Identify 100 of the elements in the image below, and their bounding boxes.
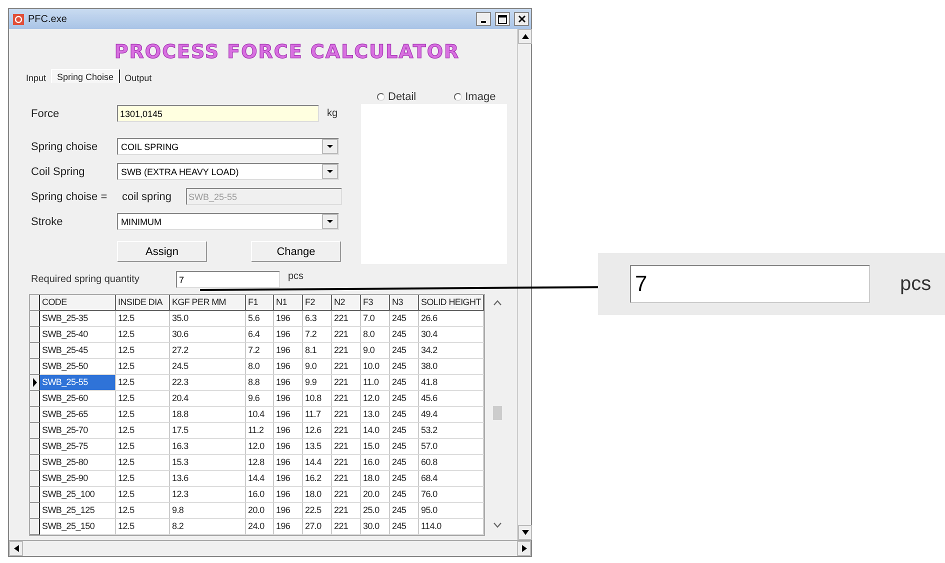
row-selector[interactable]: [30, 407, 40, 423]
table-cell: 12.5: [116, 471, 170, 487]
minimize-button[interactable]: [476, 12, 491, 26]
column-header: F3: [361, 295, 390, 311]
row-selector[interactable]: [30, 487, 40, 503]
table-cell: 221: [332, 423, 361, 439]
table-cell: 6.3: [303, 311, 332, 327]
table-cell: 196: [274, 487, 303, 503]
column-header: SOLID HEIGHT: [419, 295, 484, 311]
table-cell: 12.5: [116, 375, 170, 391]
table-cell: 13.6: [170, 471, 246, 487]
table-cell: 30.4: [419, 327, 484, 343]
table-cell: 196: [274, 375, 303, 391]
field-label: Coil Spring: [31, 166, 86, 178]
table-cell: 35.0: [170, 311, 246, 327]
table-cell: 20.0: [361, 487, 390, 503]
table-cell: 196: [274, 359, 303, 375]
table-cell: SWB_25-35: [40, 311, 116, 327]
row-selector[interactable]: [30, 519, 40, 535]
close-button[interactable]: [514, 12, 529, 26]
maximize-button[interactable]: [495, 12, 510, 26]
table-cell: 18.0: [361, 471, 390, 487]
app-heading: PROCESS FORCE CALCULATOR: [114, 41, 460, 63]
table-cell: SWB_25-60: [40, 391, 116, 407]
table-cell: 12.5: [116, 327, 170, 343]
table-cell: 12.8: [246, 455, 274, 471]
row-selector[interactable]: [30, 343, 40, 359]
scroll-up-button[interactable]: [518, 29, 532, 44]
table-cell: 196: [274, 391, 303, 407]
vertical-scrollbar[interactable]: [517, 29, 531, 540]
table-cell: 12.5: [116, 503, 170, 519]
row-selector[interactable]: [30, 391, 40, 407]
table-cell: 221: [332, 375, 361, 391]
table-cell: 196: [274, 471, 303, 487]
table-cell: 196: [274, 503, 303, 519]
scroll-right-button[interactable]: [517, 541, 531, 556]
table-cell: SWB_25-80: [40, 455, 116, 471]
table-cell: 60.8: [419, 455, 484, 471]
table-cell: SWB_25-90: [40, 471, 116, 487]
table-cell: SWB_25_150: [40, 519, 116, 535]
table-cell: 24.0: [246, 519, 274, 535]
row-selector[interactable]: [30, 359, 40, 375]
table-cell: 15.0: [361, 439, 390, 455]
table-cell: 20.0: [246, 503, 274, 519]
table-cell: 22.3: [170, 375, 246, 391]
table-cell: 245: [390, 311, 419, 327]
action-button[interactable]: Assign: [117, 241, 207, 262]
row-selector[interactable]: [30, 439, 40, 455]
table-cell: 245: [390, 391, 419, 407]
table-cell: 245: [390, 407, 419, 423]
table-cell: SWB_25_125: [40, 503, 116, 519]
scroll-down-button[interactable]: [518, 525, 532, 540]
table-cell: 14.4: [303, 455, 332, 471]
table-cell: 221: [332, 503, 361, 519]
spring-type-dropdown[interactable]: SWB (EXTRA HEAVY LOAD): [117, 163, 339, 180]
view-option-radio[interactable]: Detail: [377, 90, 416, 104]
tab[interactable]: Output: [120, 71, 157, 85]
table-cell: 8.1: [303, 343, 332, 359]
force-field[interactable]: 1301,0145: [117, 105, 319, 122]
scroll-thumb[interactable]: [492, 406, 502, 420]
horizontal-scrollbar[interactable]: [9, 540, 531, 556]
table-cell: 12.5: [116, 311, 170, 327]
table-cell: 7.0: [361, 311, 390, 327]
scroll-down-icon[interactable]: [492, 522, 502, 528]
scroll-up-icon[interactable]: [492, 300, 502, 306]
field-label: Required spring quantity: [31, 273, 140, 287]
table-cell: 245: [390, 375, 419, 391]
row-selector[interactable]: [30, 423, 40, 439]
table-cell: 30.6: [170, 327, 246, 343]
row-selector[interactable]: [30, 471, 40, 487]
table-cell: 196: [274, 455, 303, 471]
table-cell: 10.0: [361, 359, 390, 375]
row-selector[interactable]: [30, 311, 40, 327]
table-cell: 76.0: [419, 487, 484, 503]
quantity-field[interactable]: 7: [176, 271, 280, 288]
table-cell: 196: [274, 343, 303, 359]
column-header: KGF PER MM: [170, 295, 246, 311]
table-cell: 8.0: [361, 327, 390, 343]
action-button[interactable]: Change: [251, 241, 341, 262]
view-option-radio[interactable]: Image: [454, 90, 496, 104]
quantity-field[interactable]: 7: [630, 265, 870, 303]
table-cell: 34.2: [419, 343, 484, 359]
row-selector[interactable]: [30, 503, 40, 519]
scroll-left-button[interactable]: [9, 541, 23, 556]
tab[interactable]: Spring Choise: [51, 69, 120, 83]
table-cell: 196: [274, 407, 303, 423]
table-cell: 245: [390, 519, 419, 535]
column-header: N2: [332, 295, 361, 311]
table-cell: 13.0: [361, 407, 390, 423]
table-cell: 221: [332, 439, 361, 455]
stroke-dropdown[interactable]: MINIMUM: [117, 213, 339, 230]
row-selector[interactable]: [30, 455, 40, 471]
row-selector[interactable]: [30, 375, 40, 391]
table-cell: 20.4: [170, 391, 246, 407]
spring-choise-dropdown[interactable]: COIL SPRING: [117, 138, 339, 155]
window-title: PFC.exe: [28, 14, 67, 24]
row-selector[interactable]: [30, 327, 40, 343]
tab[interactable]: Input: [21, 71, 52, 85]
table-cell: 16.0: [246, 487, 274, 503]
table-cell: 245: [390, 471, 419, 487]
